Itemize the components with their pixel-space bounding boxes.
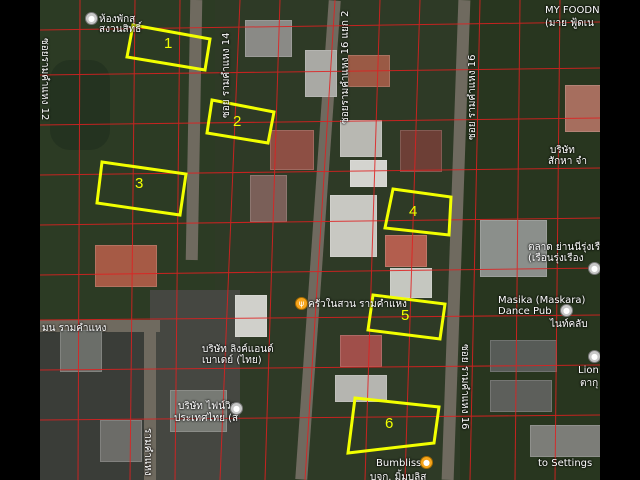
shopping-bag-pin-icon: ● [88,14,95,23]
right-black-border [600,0,640,480]
restaurant-pin-icon: ψ [298,299,305,308]
place-label-lion-line1[interactable]: Lion [578,365,599,376]
plot-label-1: 1 [164,35,173,52]
plot-outlines [95,23,453,455]
place-label-my-foodnet-line2[interactable]: (มาย ฟู้ดเน [545,16,594,31]
restaurant-pin[interactable]: ψ [295,297,308,310]
place-pin[interactable]: ● [588,262,600,275]
gray-place-pin-icon: ● [233,404,240,413]
parcel-lines [40,0,600,480]
place-label-company-line2[interactable]: สักหา จำ [548,154,587,169]
place-label-my-foodnet-line1[interactable]: MY FOODNE [545,5,600,16]
plot-label-3: 3 [135,175,144,192]
place-label-thai-right-line2[interactable]: (เรือนรุ่งเรือง [528,251,583,266]
place-label-thai-mid-line2[interactable]: เบาเดย์ (ไทย) [202,353,262,368]
place-label-lion-line2[interactable]: ตากุ [580,376,598,391]
street-label-soi-16-bottom: ซอย รามคำแหง 16 [459,344,470,430]
parcel-overlay [40,0,600,480]
place-label-masika-sub[interactable]: ไนท์คลับ [550,317,588,332]
place-label-masika-line1[interactable]: Masika (Maskara) [498,295,585,306]
gray-place-pin-icon: ● [563,306,570,315]
plot-label-2: 2 [233,113,242,130]
street-label-soi-16-top: ซอย รามคำแหง 16 [467,54,478,140]
place-pin[interactable]: ● [85,12,98,25]
plot-outline-6[interactable] [346,396,441,455]
satellite-map[interactable]: 1 2 3 4 5 6 ซอย รามคำแหง 14 ซอยรามคำแหง … [40,0,600,480]
place-pin[interactable]: ● [588,350,600,363]
map-viewport[interactable]: 1 2 3 4 5 6 ซอย รามคำแหง 14 ซอยรามคำแหง … [0,0,640,480]
plot-label-4: 4 [409,203,418,220]
street-label-soi-16-2: ซอยรามคำแหง 16 แยก 2 [340,10,351,124]
street-label-soi-14: ซอย รามคำแหง 14 [221,32,232,118]
place-label-bumbliss[interactable]: Bumbliss [376,458,421,469]
plot-label-5: 5 [401,307,410,324]
place-label-khrua-nai-suan[interactable]: ครัวในสวน รามคำแหง [308,297,407,312]
plot-outline-4[interactable] [383,187,453,237]
place-pin[interactable]: ● [230,402,243,415]
street-label-ramkhamhaeng-south: รามคำแหง [142,428,153,476]
plot-label-6: 6 [385,415,394,432]
place-pin[interactable]: ● [560,304,573,317]
shop-pin[interactable]: ● [420,456,433,469]
street-label-ramkhamhaeng-west: มน รามคำแหง [42,323,107,334]
gray-place-pin-icon: ● [591,352,598,361]
street-label-soi-12: ซอยรามคำแหง 12 [40,38,50,121]
place-label-shop-line2[interactable]: สงวนสิทธิ์ [99,22,141,37]
left-black-border [0,0,40,480]
place-label-masika-line2[interactable]: Dance Pub [498,306,552,317]
place-label-thai-low-line2[interactable]: ประเทศไทย (ส [174,411,238,426]
settings-hint-text: to Settings [538,458,593,469]
shopping-bag-pin-icon: ● [423,458,430,467]
place-label-bottom-thai[interactable]: บจก. มิ้มบลิส [370,470,426,480]
gray-place-pin-icon: ● [591,264,598,273]
